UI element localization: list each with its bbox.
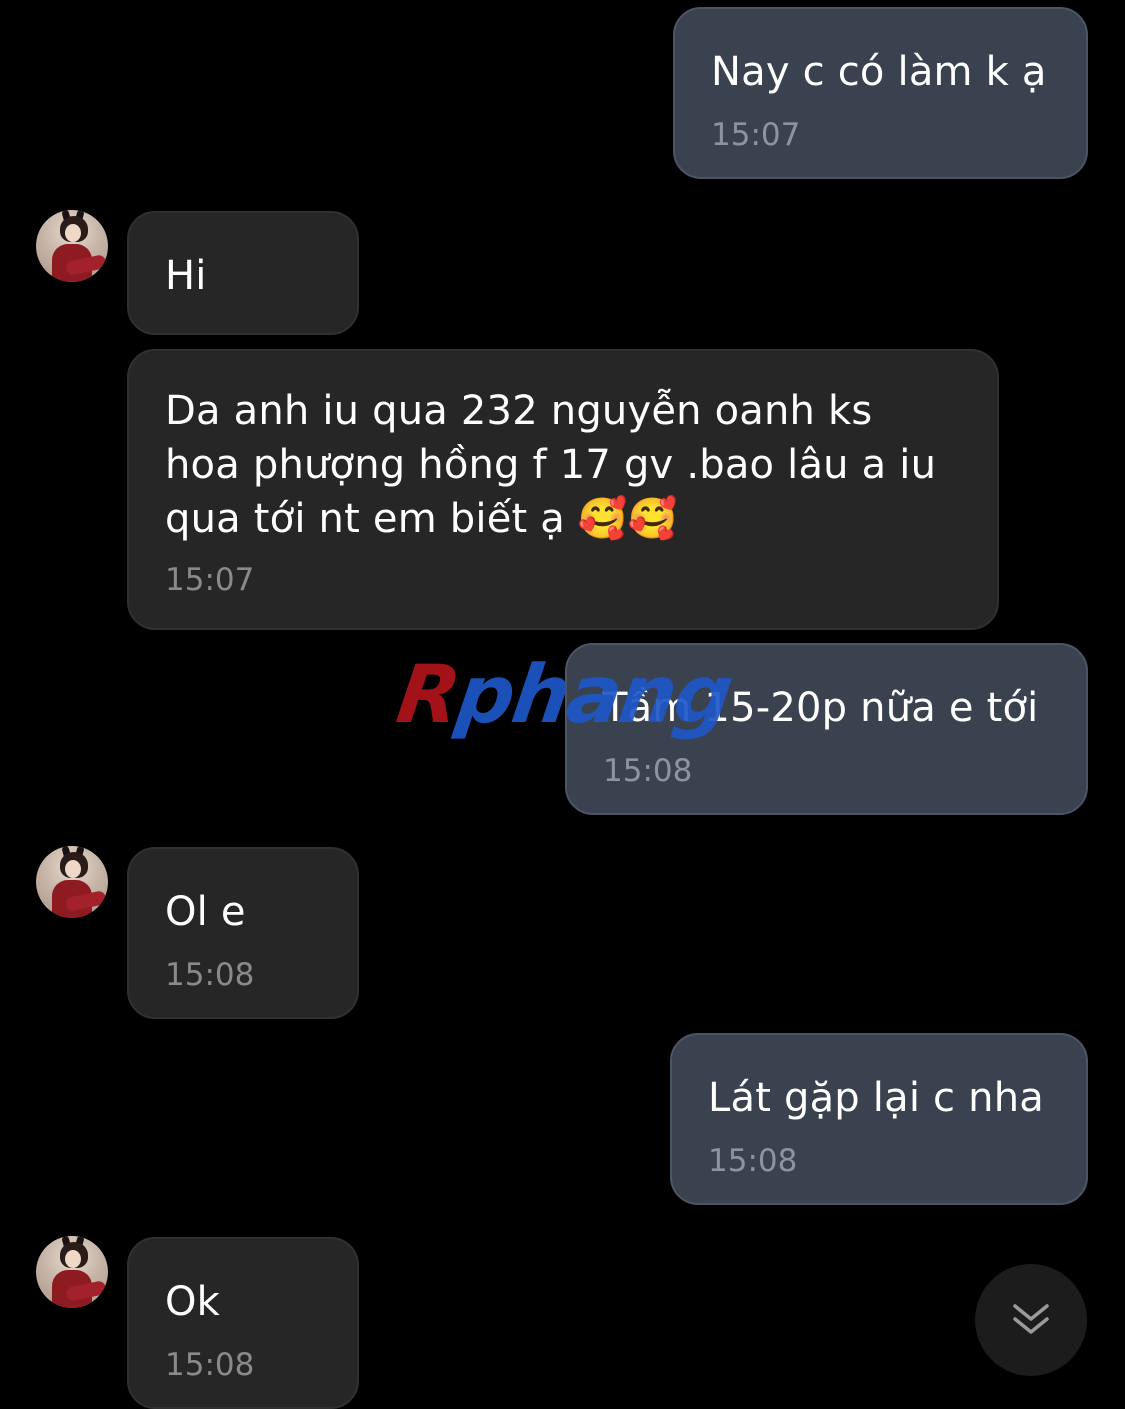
contact-avatar[interactable] [36,1236,108,1308]
message-bubble-incoming[interactable]: Ol e 15:08 [127,847,359,1019]
message-bubble-incoming[interactable]: Ok 15:08 [127,1237,359,1409]
contact-avatar[interactable] [36,210,108,282]
scroll-to-bottom-button[interactable] [975,1264,1087,1376]
double-chevron-down-icon [1013,1304,1049,1334]
message-text: Hi [165,253,207,299]
message-text: Da anh iu qua 232 nguyễn oanh ks hoa phư… [165,388,937,542]
message-bubble-outgoing[interactable]: Lát gặp lại c nha 15:08 [670,1033,1088,1205]
message-timestamp: 15:08 [603,753,693,789]
message-bubble-outgoing[interactable]: Nay c có làm k ạ 15:07 [673,7,1088,179]
message-timestamp: 15:08 [708,1143,798,1179]
message-timestamp: 15:08 [165,1347,255,1383]
message-timestamp: 15:08 [165,957,255,993]
message-text: Nay c có làm k ạ [711,49,1047,95]
message-bubble-incoming[interactable]: Da anh iu qua 232 nguyễn oanh ks hoa phư… [127,349,999,630]
message-text: Lát gặp lại c nha [708,1075,1044,1121]
message-text: Ok [165,1279,221,1325]
message-timestamp: 15:07 [711,117,801,153]
contact-avatar[interactable] [36,846,108,918]
message-timestamp: 15:07 [165,562,255,598]
message-text: Ol e [165,889,246,935]
message-bubble-outgoing[interactable]: Tầm 15-20p nữa e tới 15:08 [565,643,1088,815]
message-text: Tầm 15-20p nữa e tới [603,685,1039,731]
message-bubble-incoming[interactable]: Hi [127,211,359,335]
